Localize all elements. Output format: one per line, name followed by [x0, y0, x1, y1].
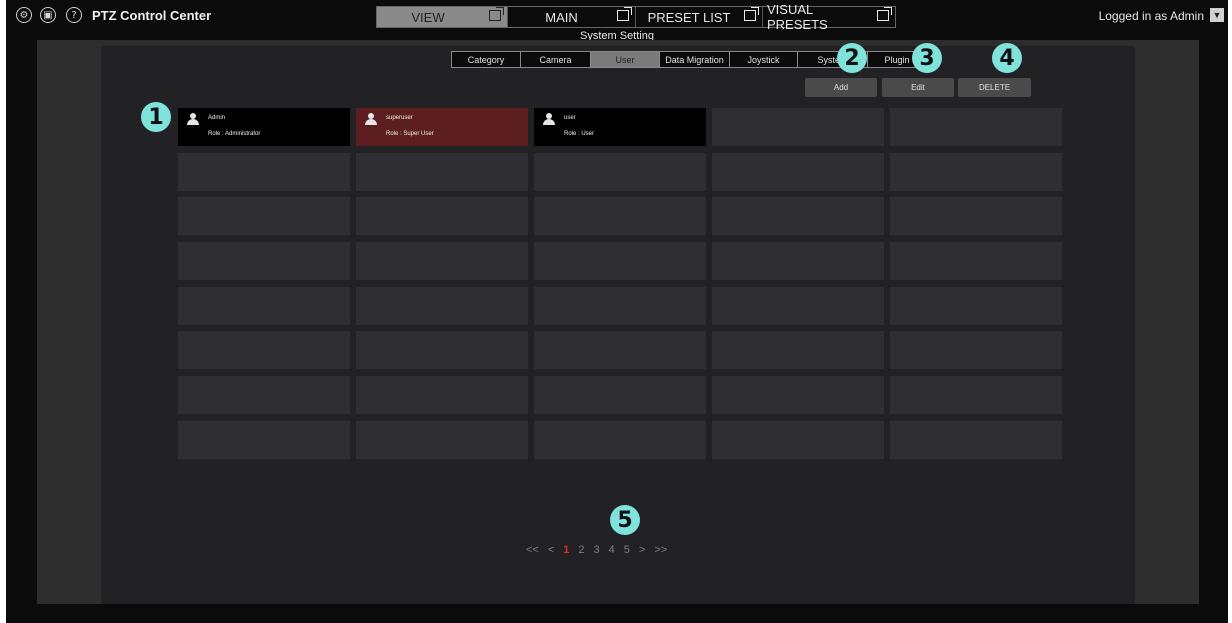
- empty-user-slot[interactable]: [712, 376, 884, 415]
- empty-user-slot[interactable]: [356, 286, 528, 325]
- user-card-admin[interactable]: Admin Role : Administrator: [178, 108, 350, 146]
- prev-page-link[interactable]: <: [548, 544, 554, 556]
- empty-user-slot[interactable]: [178, 331, 350, 370]
- tab-category[interactable]: Category: [452, 52, 521, 67]
- empty-user-slot[interactable]: [712, 108, 884, 146]
- user-role: Role : Super User: [386, 131, 434, 137]
- page-link-2[interactable]: 2: [578, 544, 584, 556]
- login-status: Logged in as Admin: [1098, 9, 1204, 23]
- empty-user-slot[interactable]: [178, 197, 350, 236]
- empty-user-slot[interactable]: [534, 286, 706, 325]
- empty-user-slot[interactable]: [356, 197, 528, 236]
- user-icon: [187, 113, 199, 125]
- empty-user-slot[interactable]: [356, 152, 528, 191]
- empty-user-slot[interactable]: [178, 152, 350, 191]
- next-page-link[interactable]: >: [639, 544, 645, 556]
- main-nav-tabs: VIEW MAIN PRESET LIST VISUAL PRESETS: [376, 2, 896, 32]
- tab-main-label: MAIN: [545, 9, 578, 25]
- user-name: user: [564, 115, 576, 121]
- empty-user-slot[interactable]: [534, 331, 706, 370]
- empty-user-slot[interactable]: [534, 197, 706, 236]
- empty-user-slot[interactable]: [712, 152, 884, 191]
- tab-view-label: VIEW: [411, 9, 445, 25]
- popout-icon[interactable]: [744, 7, 759, 21]
- user-icon: [365, 113, 377, 125]
- empty-user-slot[interactable]: [890, 376, 1062, 415]
- account-dropdown-button[interactable]: ▼: [1210, 8, 1224, 22]
- user-grid: Admin Role : Administrator superuser Rol…: [178, 108, 1066, 459]
- app-title: PTZ Control Center: [92, 8, 212, 23]
- empty-user-slot[interactable]: [890, 420, 1062, 459]
- user-role: Role : Administrator: [208, 131, 261, 137]
- gear-icon[interactable]: ⚙: [16, 7, 32, 23]
- empty-user-slot[interactable]: [890, 152, 1062, 191]
- tab-user[interactable]: User: [591, 52, 660, 67]
- empty-user-slot[interactable]: [712, 197, 884, 236]
- page-link-5[interactable]: 5: [624, 544, 630, 556]
- empty-user-slot[interactable]: [534, 420, 706, 459]
- popout-icon[interactable]: [877, 7, 892, 21]
- empty-user-slot[interactable]: [712, 286, 884, 325]
- camera-icon[interactable]: ▣: [40, 7, 56, 23]
- tab-data-migration[interactable]: Data Migration: [660, 52, 730, 67]
- empty-user-slot[interactable]: [356, 420, 528, 459]
- empty-user-slot[interactable]: [356, 376, 528, 415]
- empty-user-slot[interactable]: [178, 242, 350, 281]
- callout-badge-5: 5: [610, 505, 640, 535]
- add-button[interactable]: Add: [805, 78, 877, 97]
- user-card-user[interactable]: user Role : User: [534, 108, 706, 146]
- empty-user-slot[interactable]: [356, 242, 528, 281]
- edit-button[interactable]: Edit: [882, 78, 954, 97]
- callout-badge-4: 4: [992, 43, 1022, 73]
- user-name: Admin: [208, 115, 226, 121]
- delete-button[interactable]: DELETE: [958, 78, 1031, 97]
- page-link-1[interactable]: 1: [563, 544, 569, 556]
- last-page-link[interactable]: >>: [654, 544, 667, 556]
- tab-preset-list-label: PRESET LIST: [647, 9, 731, 25]
- empty-user-slot[interactable]: [890, 108, 1062, 146]
- user-name: superuser: [386, 115, 413, 121]
- callout-badge-2: 2: [837, 43, 867, 73]
- tab-camera[interactable]: Camera: [521, 52, 591, 67]
- top-bar: ⚙ ▣ ? PTZ Control Center VIEW MAIN PRESE…: [6, 0, 1228, 32]
- popout-icon[interactable]: [489, 7, 504, 21]
- user-icon: [543, 113, 555, 125]
- pagination: << < 1 2 3 4 5 > >>: [526, 544, 667, 556]
- empty-user-slot[interactable]: [178, 420, 350, 459]
- tab-view[interactable]: VIEW: [377, 7, 508, 27]
- empty-user-slot[interactable]: [890, 331, 1062, 370]
- page-link-4[interactable]: 4: [609, 544, 615, 556]
- empty-user-slot[interactable]: [712, 242, 884, 281]
- tab-visual-presets-label: VISUAL PRESETS: [767, 2, 828, 32]
- empty-user-slot[interactable]: [712, 331, 884, 370]
- popout-icon[interactable]: [617, 7, 632, 21]
- user-role: Role : User: [564, 131, 595, 137]
- tab-joystick[interactable]: Joystick: [730, 52, 798, 67]
- empty-user-slot[interactable]: [534, 242, 706, 281]
- tab-visual-presets[interactable]: VISUAL PRESETS: [763, 2, 895, 32]
- app-window: ⚙ ▣ ? PTZ Control Center VIEW MAIN PRESE…: [6, 0, 1228, 623]
- callout-badge-1: 1: [141, 102, 171, 132]
- user-card-superuser[interactable]: superuser Role : Super User: [356, 108, 528, 146]
- empty-user-slot[interactable]: [534, 152, 706, 191]
- empty-user-slot[interactable]: [712, 420, 884, 459]
- callout-badge-3: 3: [912, 43, 942, 73]
- tab-main[interactable]: MAIN: [508, 7, 636, 27]
- empty-user-slot[interactable]: [178, 376, 350, 415]
- empty-user-slot[interactable]: [534, 376, 706, 415]
- help-icon[interactable]: ?: [66, 7, 82, 23]
- tab-preset-list[interactable]: PRESET LIST: [636, 7, 763, 27]
- empty-user-slot[interactable]: [356, 331, 528, 370]
- empty-user-slot[interactable]: [890, 286, 1062, 325]
- empty-user-slot[interactable]: [890, 242, 1062, 281]
- first-page-link[interactable]: <<: [526, 544, 539, 556]
- empty-user-slot[interactable]: [178, 286, 350, 325]
- page-link-3[interactable]: 3: [594, 544, 600, 556]
- empty-user-slot[interactable]: [890, 197, 1062, 236]
